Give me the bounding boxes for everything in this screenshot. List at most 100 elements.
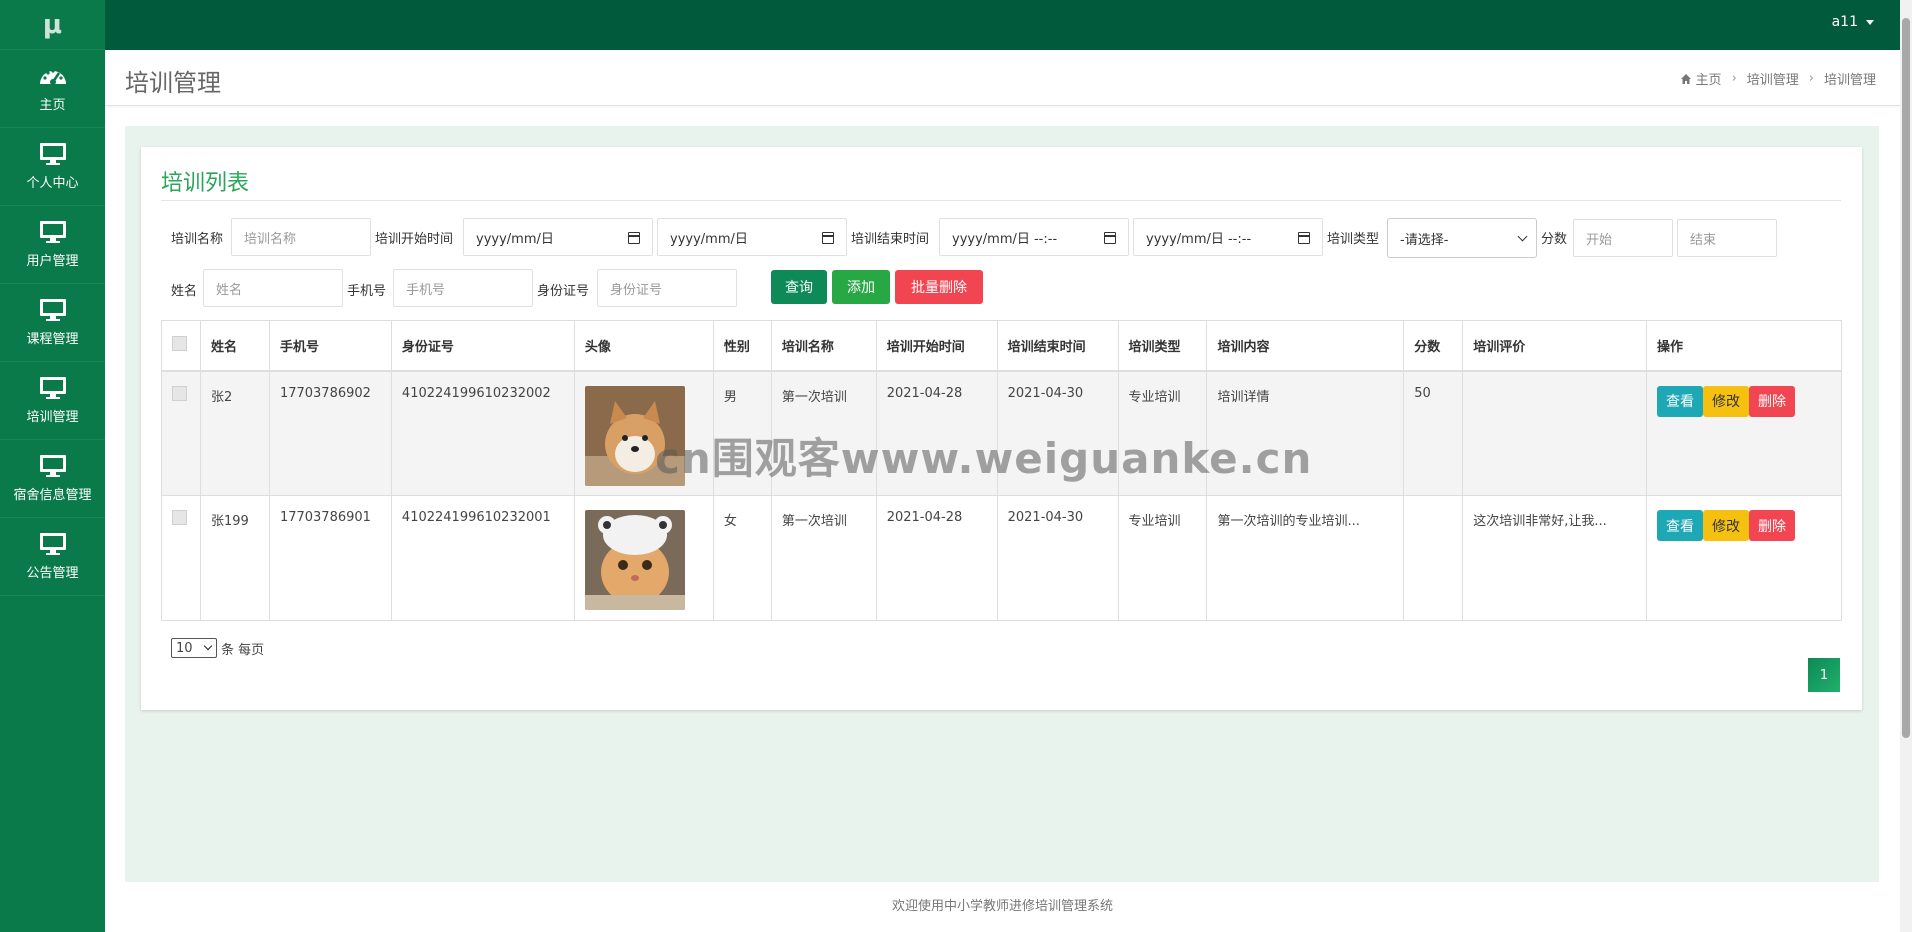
calendar-icon[interactable] bbox=[628, 232, 640, 244]
footer: 欢迎使用中小学教师进修培训管理系统 bbox=[105, 882, 1900, 932]
breadcrumb-item[interactable]: 培训管理 bbox=[1747, 69, 1799, 88]
breadcrumb: 主页 › 培训管理 › 培训管理 bbox=[1680, 69, 1876, 88]
calendar-icon[interactable] bbox=[822, 232, 834, 244]
column-header: 性别 bbox=[712, 320, 772, 372]
scrollbar-thumb[interactable] bbox=[1902, 18, 1910, 738]
end-time-label: 培训结束时间 bbox=[851, 232, 930, 247]
cell-training-name: 第一次培训 bbox=[770, 495, 877, 621]
cell-type: 专业培训 bbox=[1117, 495, 1208, 621]
column-header: 头像 bbox=[573, 320, 714, 372]
phone-label: 手机号 bbox=[347, 284, 387, 299]
cell-actions: 查看 修改 删除 bbox=[1645, 370, 1843, 496]
scrollbar[interactable] bbox=[1900, 0, 1912, 932]
delete-button[interactable]: 删除 bbox=[1748, 510, 1795, 541]
sidebar-item-label: 公告管理 bbox=[26, 566, 79, 581]
select-all-cell bbox=[161, 320, 201, 372]
table-row: 张199 17703786901 410224199610232001 女 第一… bbox=[161, 495, 1843, 621]
cell-phone: 17703786902 bbox=[268, 370, 392, 496]
cell-id: 410224199610232001 bbox=[390, 495, 575, 621]
dashboard-icon bbox=[39, 69, 66, 85]
training-type-select[interactable]: -请选择- bbox=[1387, 218, 1537, 258]
edit-button[interactable]: 修改 bbox=[1702, 385, 1749, 417]
sidebar-item-label: 宿舍信息管理 bbox=[13, 488, 92, 503]
row-checkbox[interactable] bbox=[172, 385, 187, 401]
training-type-label: 培训类型 bbox=[1327, 232, 1380, 247]
start-date-to-input[interactable]: yyyy/mm/日 bbox=[657, 218, 847, 256]
cell-name: 张2 bbox=[199, 370, 270, 496]
cell-start-date: 2021-04-28 bbox=[875, 495, 998, 621]
sidebar-item-profile[interactable]: 个人中心 bbox=[0, 128, 105, 206]
topbar: a11 bbox=[105, 0, 1900, 50]
calendar-icon[interactable] bbox=[1298, 232, 1310, 244]
batch-delete-button[interactable]: 批量删除 bbox=[895, 270, 983, 304]
chevron-down-icon bbox=[203, 641, 213, 651]
cell-phone: 17703786901 bbox=[268, 495, 392, 621]
watermark: cn围观客www.weiguanke.cn bbox=[655, 434, 1313, 483]
id-number-label: 身份证号 bbox=[537, 284, 590, 299]
breadcrumb-separator: › bbox=[1731, 71, 1737, 86]
sidebar-item-dorm[interactable]: 宿舍信息管理 bbox=[0, 440, 105, 518]
sidebar-item-notice[interactable]: 公告管理 bbox=[0, 518, 105, 596]
sidebar-item-training[interactable]: 培训管理 bbox=[0, 362, 105, 440]
brand-logo: μ bbox=[0, 0, 105, 50]
end-datetime-from-input[interactable]: yyyy/mm/日 --:-- bbox=[939, 218, 1129, 256]
table-header-row: 姓名 手机号 身份证号 头像 性别 培训名称 培训开始时间 培训结束时间 培训类… bbox=[161, 320, 1843, 372]
sidebar-item-label: 课程管理 bbox=[26, 332, 79, 347]
edit-button[interactable]: 修改 bbox=[1702, 510, 1749, 541]
sidebar-item-label: 主页 bbox=[39, 98, 66, 113]
monitor-icon bbox=[39, 455, 66, 477]
sidebar-item-home[interactable]: 主页 bbox=[0, 50, 105, 128]
breadcrumb-separator: › bbox=[1808, 71, 1814, 86]
sidebar-item-label: 个人中心 bbox=[26, 176, 79, 191]
cell-gender: 女 bbox=[712, 495, 772, 621]
page-title: 培训管理 bbox=[125, 69, 221, 97]
cell-avatar bbox=[573, 495, 714, 621]
sidebar-item-users[interactable]: 用户管理 bbox=[0, 206, 105, 284]
select-all-checkbox[interactable] bbox=[172, 335, 187, 351]
breadcrumb-current: 培训管理 bbox=[1823, 73, 1876, 88]
user-menu[interactable]: a11 bbox=[1832, 14, 1874, 30]
column-header: 培训开始时间 bbox=[875, 320, 998, 372]
end-datetime-to-input[interactable]: yyyy/mm/日 --:-- bbox=[1133, 218, 1323, 256]
page-header: 培训管理 主页 › 培训管理 › 培训管理 bbox=[105, 50, 1900, 106]
column-header: 培训结束时间 bbox=[996, 320, 1119, 372]
per-page-label: 条 每页 bbox=[221, 642, 265, 658]
cell-review bbox=[1462, 370, 1647, 496]
person-name-label: 姓名 bbox=[171, 284, 198, 299]
add-button[interactable]: 添加 bbox=[832, 270, 890, 304]
panel-title: 培训列表 bbox=[161, 171, 250, 196]
caret-down-icon bbox=[1866, 19, 1874, 25]
page-button-current[interactable]: 1 bbox=[1808, 658, 1840, 692]
column-header: 身份证号 bbox=[390, 320, 575, 372]
chevron-down-icon bbox=[1517, 231, 1528, 242]
monitor-icon bbox=[39, 221, 66, 243]
start-date-from-input[interactable]: yyyy/mm/日 bbox=[463, 218, 653, 256]
sidebar-item-courses[interactable]: 课程管理 bbox=[0, 284, 105, 362]
user-name: a11 bbox=[1831, 14, 1858, 30]
score-from-input[interactable]: 开始 bbox=[1573, 219, 1673, 257]
column-header: 培训类型 bbox=[1117, 320, 1208, 372]
person-name-input[interactable]: 姓名 bbox=[203, 269, 343, 307]
cell-id: 410224199610232002 bbox=[390, 370, 575, 496]
start-time-label: 培训开始时间 bbox=[375, 232, 454, 247]
training-name-input[interactable]: 培训名称 bbox=[231, 218, 371, 256]
column-header: 手机号 bbox=[268, 320, 392, 372]
divider bbox=[161, 200, 1841, 201]
column-header: 操作 bbox=[1645, 320, 1843, 372]
score-label: 分数 bbox=[1541, 232, 1568, 247]
query-button[interactable]: 查询 bbox=[771, 270, 827, 304]
monitor-icon bbox=[39, 299, 66, 321]
calendar-icon[interactable] bbox=[1104, 232, 1116, 244]
monitor-icon bbox=[39, 143, 66, 165]
column-header: 姓名 bbox=[199, 320, 270, 372]
page-size-select[interactable]: 10 bbox=[171, 638, 217, 658]
row-checkbox[interactable] bbox=[172, 510, 187, 525]
delete-button[interactable]: 删除 bbox=[1748, 385, 1795, 417]
phone-input[interactable]: 手机号 bbox=[393, 269, 533, 307]
breadcrumb-home[interactable]: 主页 bbox=[1680, 69, 1722, 88]
view-button[interactable]: 查看 bbox=[1656, 510, 1703, 541]
sidebar: μ 主页 个人中心 用户管理 课程管理 培训管理 宿舍信息管理 公告管理 bbox=[0, 0, 105, 932]
view-button[interactable]: 查看 bbox=[1656, 385, 1703, 417]
id-number-input[interactable]: 身份证号 bbox=[597, 269, 737, 307]
score-to-input[interactable]: 结束 bbox=[1677, 219, 1777, 257]
